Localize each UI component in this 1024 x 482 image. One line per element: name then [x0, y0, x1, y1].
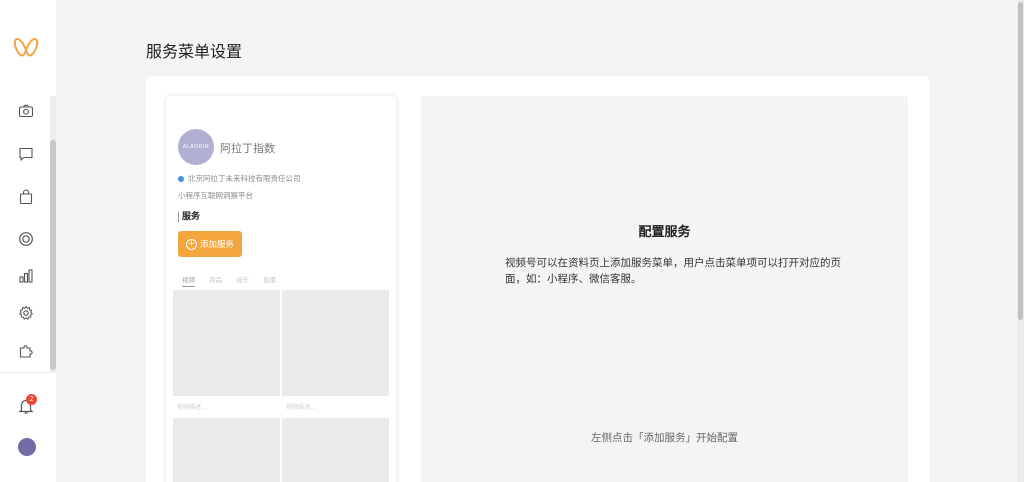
add-service-button[interactable]: + 添加服务: [178, 231, 242, 257]
config-panel: 配置服务 视频号可以在资料页上添加服务菜单，用户点击菜单项可以打开对应的页面，如…: [421, 96, 908, 482]
gear-icon: [18, 305, 34, 320]
account-description: 小程序互联网洞察平台: [178, 191, 253, 200]
tab-music[interactable]: 音乐: [236, 274, 249, 287]
video-grid: 视频描述... 视频描述...: [173, 290, 389, 482]
nav-messages[interactable]: [16, 144, 36, 164]
nav-live[interactable]: [16, 229, 36, 249]
target-icon: [19, 232, 33, 246]
shopping-bag-icon: [19, 189, 33, 205]
logo-icon[interactable]: [13, 36, 39, 60]
nav-settings[interactable]: [16, 303, 36, 323]
nav-plugins[interactable]: [16, 341, 36, 361]
config-title: 配置服务: [638, 225, 691, 240]
nav-camera[interactable]: [16, 101, 36, 121]
notification-badge: 2: [26, 394, 37, 405]
video-card[interactable]: 视频描述...: [173, 290, 280, 416]
camera-icon: [18, 104, 34, 118]
plus-icon: +: [185, 238, 197, 250]
nav-data[interactable]: [16, 266, 36, 286]
sidebar-divider: [0, 372, 56, 373]
bar-chart-icon: [19, 269, 33, 283]
account-avatar: ALADDIN: [178, 129, 214, 165]
page-scroll-thumb[interactable]: [1018, 2, 1023, 320]
video-card[interactable]: 视频描述...: [282, 290, 389, 416]
content-tabs: 视频 商品 音乐 直播: [182, 274, 276, 287]
tab-products[interactable]: 商品: [209, 274, 222, 287]
message-icon: [19, 147, 33, 162]
video-card[interactable]: [173, 418, 280, 482]
sidebar-scroll-thumb[interactable]: [50, 140, 56, 370]
config-hint: 左侧点击「添加服务」开始配置: [591, 432, 738, 444]
company-info: 北京阿拉丁未来科技有限责任公司: [178, 173, 301, 184]
nav-shop[interactable]: [16, 187, 36, 207]
video-card[interactable]: [282, 418, 389, 482]
user-avatar[interactable]: [18, 438, 36, 456]
config-description: 视频号可以在资料页上添加服务菜单，用户点击菜单项可以打开对应的页面，如：小程序、…: [505, 257, 841, 285]
tab-live[interactable]: 直播: [263, 274, 276, 287]
add-service-label: 添加服务: [199, 240, 234, 250]
phone-preview: ALADDIN 阿拉丁指数 北京阿拉丁未来科技有限责任公司 小程序互联网洞察平台…: [166, 96, 396, 482]
verified-icon: [178, 175, 184, 182]
service-section-title: 服务: [178, 212, 200, 222]
video-caption: 视频描述...: [173, 396, 280, 416]
page-scrollbar[interactable]: [1017, 0, 1024, 482]
video-caption: 视频描述...: [282, 396, 389, 416]
sidebar: 2: [0, 0, 56, 482]
puzzle-icon: [19, 345, 33, 358]
page-title: 服务菜单设置: [146, 42, 243, 61]
account-name: 阿拉丁指数: [220, 142, 275, 155]
account-avatar-logo: ALADDIN: [182, 144, 210, 150]
tab-videos[interactable]: 视频: [182, 274, 195, 287]
company-name: 北京阿拉丁未来科技有限责任公司: [188, 174, 301, 183]
